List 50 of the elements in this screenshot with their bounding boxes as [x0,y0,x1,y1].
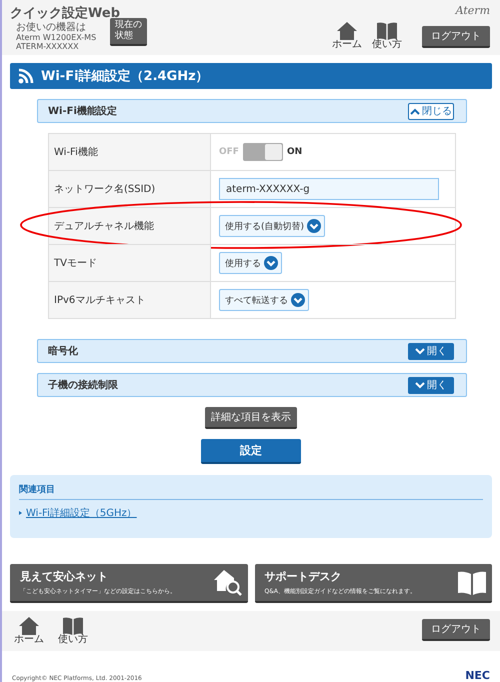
logout-button[interactable]: ログアウト [422,619,490,641]
section-title: Wi-Fi機能設定 [48,104,117,118]
dropdown-select[interactable]: 使用する(自動切替) [219,215,326,237]
device-info-text: お使いの機器は [15,22,87,33]
book-icon [63,617,83,635]
wifi-icon [18,68,34,84]
chevron-down-icon [291,293,305,307]
section-toggle-button[interactable]: 開く [408,376,454,394]
app-title: クイック設定Web [10,4,120,21]
related-title: 関連項目 [19,483,483,500]
setting-label: IPv6マルチキャスト [49,282,211,318]
company-logo: NEC [465,669,490,682]
section-toggle-button[interactable]: 開く [408,342,454,360]
setting-label: Wi-Fi機能 [49,134,211,170]
status-button[interactable]: 現在の 状態 [110,18,148,46]
home-icon [337,22,357,40]
chevron-down-icon [415,382,425,388]
submit-button[interactable]: 設定 [201,439,301,464]
toggle-switch[interactable] [242,143,283,161]
setting-label: ネットワーク名(SSID) [49,171,211,207]
switch-off-label: OFF [219,147,239,157]
home-search-icon [214,570,242,596]
device-info-text: Aterm W1200EX-MS [15,33,96,42]
logout-button[interactable]: ログアウト [422,26,490,48]
related-link[interactable]: Wi-Fi詳細設定（5GHz） [26,506,137,520]
chevron-down-icon [307,219,322,233]
nav-link[interactable]: ホーム [14,617,44,645]
nav-link[interactable]: 使い方 [58,617,88,645]
section-title: 子機の接続制限 [48,378,118,392]
bullet-icon [19,511,22,515]
chevron-up-icon [410,108,420,114]
switch-on-label: ON [286,147,302,157]
nav-link[interactable]: 使い方 [372,22,402,50]
book-icon [458,570,486,594]
brand-logo: Aterm [456,4,490,17]
home-icon [19,617,39,635]
nav-link[interactable]: ホーム [332,22,362,50]
setting-label: TVモード [49,245,211,281]
setting-label: デュアルチャネル機能 [49,208,211,244]
show-details-button[interactable]: 詳細な項目を表示 [205,407,297,429]
page-title: Wi-Fi詳細設定（2.4GHz） [41,68,209,85]
section-title: 暗号化 [48,344,78,358]
dropdown-select[interactable]: 使用する [219,252,282,274]
dropdown-select[interactable]: すべて転送する [219,289,309,311]
chevron-down-icon [415,348,425,354]
book-icon [377,22,397,40]
section-toggle-button[interactable]: 閉じる [408,102,454,120]
device-info-text: ATERM-XXXXXX [15,42,80,51]
chevron-down-icon [264,256,278,270]
ssid-input-field[interactable]: aterm-XXXXXX-g [219,178,439,200]
